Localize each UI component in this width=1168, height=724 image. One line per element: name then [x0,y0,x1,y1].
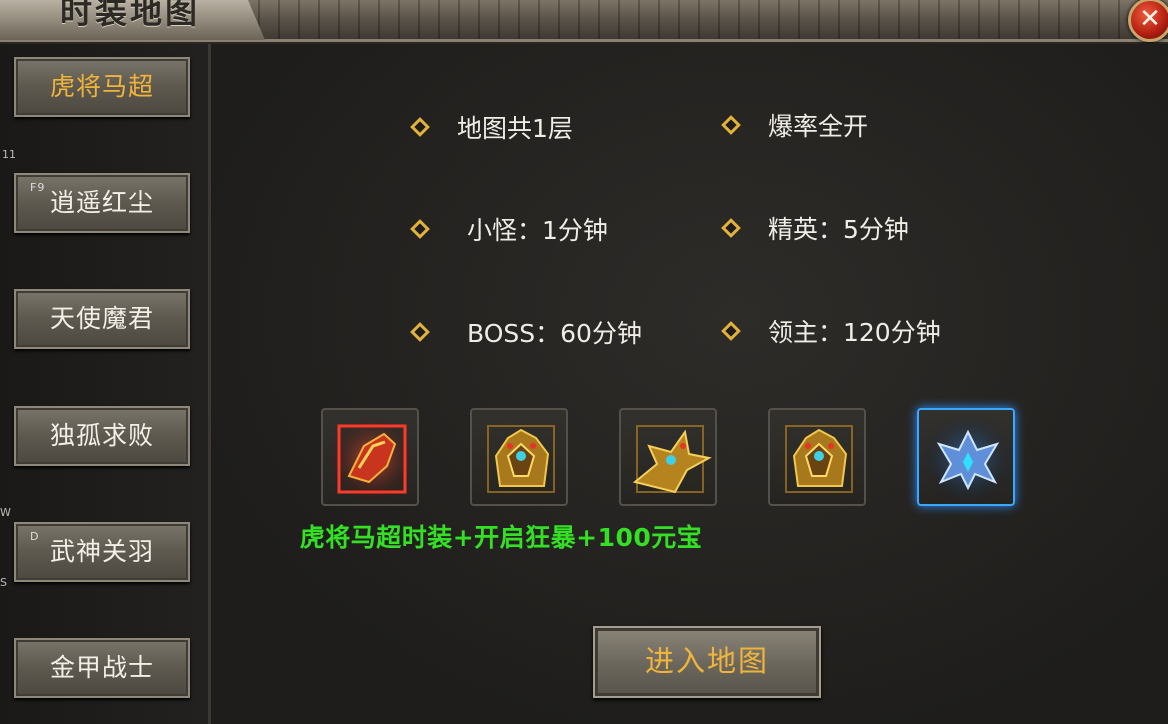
hotkey-badge: D [30,530,40,543]
reward-slot[interactable] [768,408,866,506]
blue-crystal-wings-icon [925,416,1011,502]
info-lord-respawn: 领主：120分钟 [721,313,941,349]
info-elite-respawn: 精英：5分钟 [721,210,909,246]
info-drop-rate: 爆率全开 [721,107,868,143]
info-minion-respawn: 小怪：1分钟 [410,211,608,247]
diamond-bullet-icon [721,321,741,341]
window-title: 时装地图 [60,0,201,31]
edge-label: W [0,506,11,519]
reward-description: 虎将马超时装+开启狂暴+100元宝 [299,523,703,552]
map-detail-panel: 地图共1层 爆率全开 小怪：1分钟 精英：5分钟 BOSS：60分钟 领主：12… [211,44,1168,724]
diamond-bullet-icon [721,218,741,238]
golden-armor-icon [785,425,853,493]
sidebar-item-jinjia-zhanshi[interactable]: 金甲战士 [14,638,190,698]
sidebar-item-tianshi-mojun[interactable]: 天使魔君 [14,289,190,349]
info-floors: 地图共1层 [410,109,573,145]
info-boss-respawn: BOSS：60分钟 [410,314,642,350]
sidebar-item-wushen-guanyu[interactable]: D 武神关羽 [14,522,190,582]
sidebar-item-label: 金甲战士 [49,653,154,682]
diamond-bullet-icon [410,219,430,239]
sidebar-item-xiaoyao-hongchen[interactable]: F9 逍遥红尘 [14,173,190,233]
sidebar-item-label: 武神关羽 [49,537,154,566]
reward-slot[interactable] [470,408,568,506]
close-button[interactable]: ✕ [1128,0,1168,42]
red-gauntlet-icon [330,417,414,501]
sidebar-item-label: 天使魔君 [49,304,154,333]
edge-label: 11 [2,148,16,161]
diamond-bullet-icon [721,115,741,135]
diamond-bullet-icon [410,117,430,137]
reward-slot[interactable] [619,408,717,506]
diamond-bullet-icon [410,322,430,342]
sidebar-item-label: 虎将马超 [49,72,154,101]
reward-slot[interactable] [321,408,419,506]
golden-dragon-mount-icon [632,425,712,494]
sidebar: 虎将马超 F9 逍遥红尘 天使魔君 独孤求败 D 武神关羽 金甲战士 [0,44,211,724]
sidebar-item-label: 独孤求败 [49,421,154,450]
sidebar-item-label: 逍遥红尘 [49,188,154,217]
close-icon: ✕ [1139,4,1161,34]
title-bar: 时装地图 [0,0,1168,44]
golden-armor-icon [487,425,555,493]
title-plate: 时装地图 [0,0,265,40]
enter-map-button[interactable]: 进入地图 [593,626,821,698]
sidebar-item-dugu-qiubai[interactable]: 独孤求败 [14,406,190,466]
reward-slot[interactable] [917,408,1015,506]
hotkey-badge: F9 [30,181,46,194]
edge-label: S [0,576,7,589]
sidebar-item-huojiang-machao[interactable]: 虎将马超 [14,57,190,117]
